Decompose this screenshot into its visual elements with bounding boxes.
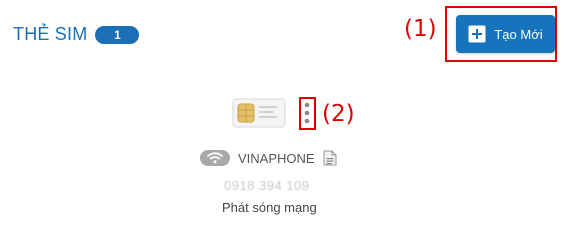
sim-card-icon xyxy=(232,98,286,128)
create-new-label: Tạo Mới xyxy=(494,26,543,42)
create-new-button[interactable]: Tạo Mới xyxy=(456,15,555,53)
annotation-highlight-2 xyxy=(299,97,316,130)
page-title: THẺ SIM xyxy=(13,24,88,44)
plus-icon xyxy=(468,25,486,43)
document-icon[interactable] xyxy=(323,150,337,166)
wifi-icon xyxy=(200,150,230,166)
sim-count-badge: 1 xyxy=(95,25,140,44)
annotation-label-2: (2) xyxy=(322,101,355,127)
phone-number: 0918 394 109 xyxy=(224,178,310,193)
page-header: THẺ SIM 1 xyxy=(13,24,140,45)
carrier-name: VINAPHONE xyxy=(238,150,315,166)
status-text: Phát sóng mạng xyxy=(222,200,317,215)
annotation-label-1: (1) xyxy=(404,16,437,42)
carrier-row: VINAPHONE xyxy=(200,148,337,168)
